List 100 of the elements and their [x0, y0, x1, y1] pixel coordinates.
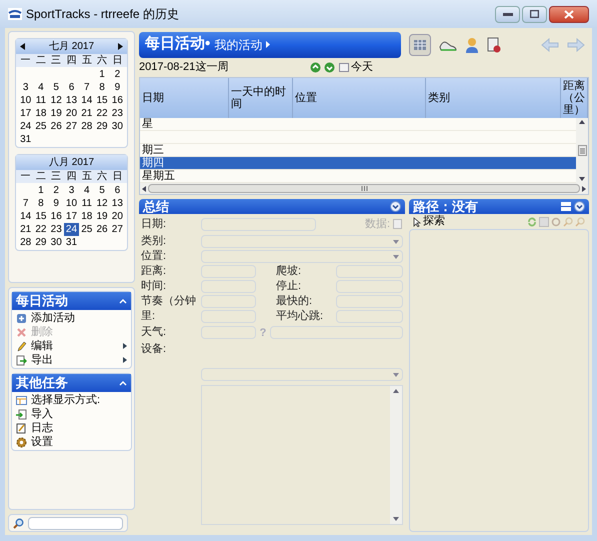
calendar-day[interactable]: 17	[64, 210, 80, 223]
pointer-icon[interactable]	[413, 216, 421, 226]
calendar-day[interactable]: 31	[18, 133, 34, 146]
calendar-day[interactable]: 21	[18, 223, 34, 236]
calendar-day[interactable]: 28	[79, 120, 94, 133]
view-subtitle[interactable]: 我的活动	[214, 36, 262, 54]
calendar-day[interactable]: 7	[18, 197, 34, 210]
calendar-day[interactable]: 31	[64, 236, 80, 249]
input-field[interactable]	[336, 294, 403, 308]
scroll-right-icon[interactable]	[582, 186, 586, 192]
input-field[interactable]	[201, 218, 316, 231]
calendar-day[interactable]: 30	[48, 236, 64, 249]
task-link[interactable]: 导出	[31, 352, 53, 368]
calendar-day[interactable]: 3	[64, 184, 80, 197]
calendar-day[interactable]: 3	[18, 81, 34, 94]
input-field[interactable]	[201, 264, 256, 278]
input-field[interactable]	[201, 294, 256, 308]
calendar-day[interactable]: 15	[33, 210, 49, 223]
input-field[interactable]	[336, 280, 403, 292]
horizontal-scrollbar[interactable]	[140, 183, 588, 194]
calendar-day[interactable]: 2	[48, 184, 64, 197]
calendar-day[interactable]: 26	[94, 223, 110, 236]
back-arrow-icon[interactable]	[541, 38, 559, 52]
next-icon[interactable]	[324, 62, 335, 73]
explore-tool[interactable]: 探索	[423, 213, 445, 230]
document-icon[interactable]	[487, 36, 501, 52]
calendar-day[interactable]: 20	[110, 210, 125, 223]
calendar-day[interactable]: 21	[79, 107, 94, 120]
scroll-down-icon[interactable]	[393, 517, 399, 521]
shoe-icon[interactable]	[439, 38, 457, 50]
task-link[interactable]: 编辑	[31, 338, 53, 354]
calendar-day[interactable]: 20	[64, 107, 80, 120]
calendar-day[interactable]: 2	[110, 68, 125, 81]
calendar-day[interactable]: 5	[94, 184, 110, 197]
minimize-button[interactable]	[495, 6, 520, 22]
calendar-day[interactable]: 18	[79, 210, 94, 223]
task-link[interactable]: 选择显示方式:	[31, 392, 100, 408]
calendar-day[interactable]: 27	[110, 223, 125, 236]
task-link[interactable]: 日志	[31, 420, 53, 436]
calendar-day[interactable]: 17	[18, 107, 34, 120]
calendar-day[interactable]: 24	[64, 223, 80, 236]
calendar-day[interactable]: 1	[33, 184, 49, 197]
calendar-day[interactable]: 25	[33, 120, 49, 133]
calendar-day[interactable]: 23	[110, 107, 125, 120]
table-row[interactable]: 期四	[140, 157, 576, 170]
zoom-in-icon[interactable]	[563, 216, 573, 226]
scroll-up-icon[interactable]	[393, 389, 399, 393]
task-link[interactable]: 添加活动	[31, 310, 75, 326]
task-link[interactable]: 导入	[31, 406, 53, 422]
table-row[interactable]: 期三	[140, 144, 576, 157]
scroll-up-icon[interactable]	[579, 120, 585, 124]
calendar-day[interactable]: 22	[33, 223, 49, 236]
refresh-icon[interactable]	[527, 216, 537, 226]
today-link[interactable]: 今天	[351, 59, 373, 76]
calendar-day[interactable]: 23	[48, 223, 64, 236]
calendar-day[interactable]: 26	[48, 120, 64, 133]
calendar-day[interactable]: 10	[18, 94, 34, 107]
calendar-day[interactable]: 25	[79, 223, 94, 236]
calendar-day[interactable]: 29	[33, 236, 49, 249]
calendar-day[interactable]: 16	[110, 94, 125, 107]
calendar-day[interactable]: 19	[94, 210, 110, 223]
input-field[interactable]	[201, 310, 256, 322]
search-field[interactable]	[28, 516, 123, 530]
calendar-day[interactable]: 18	[33, 107, 49, 120]
dropdown-field[interactable]	[201, 250, 403, 262]
calendar-day[interactable]: 8	[33, 197, 49, 210]
calendar-day[interactable]: 6	[110, 184, 125, 197]
dropdown-icon[interactable]	[574, 201, 585, 212]
calendar-day[interactable]: 22	[94, 107, 110, 120]
calendar-day[interactable]: 9	[48, 197, 64, 210]
calendar-day[interactable]: 15	[94, 94, 110, 107]
calendar-day[interactable]: 10	[64, 197, 80, 210]
scroll-down-icon[interactable]	[579, 177, 585, 181]
calendar-day[interactable]: 27	[64, 120, 80, 133]
calendar-day[interactable]: 29	[94, 120, 110, 133]
collapse-icon[interactable]	[119, 380, 127, 386]
dropdown-field[interactable]	[201, 368, 403, 381]
next-month-icon[interactable]	[118, 43, 123, 50]
calendar-day[interactable]: 28	[18, 236, 34, 249]
calendar-day[interactable]: 9	[110, 81, 125, 94]
calendar-day[interactable]: 14	[18, 210, 34, 223]
calendar-day[interactable]: 14	[79, 94, 94, 107]
scroll-left-icon[interactable]	[142, 186, 146, 192]
table-row[interactable]: 星期五	[140, 170, 576, 183]
input-field[interactable]	[270, 326, 403, 340]
input-field[interactable]	[201, 326, 256, 340]
maximize-button[interactable]	[522, 6, 547, 22]
close-button[interactable]	[549, 6, 589, 22]
calendar-day[interactable]: 13	[110, 197, 125, 210]
scroll-thumb[interactable]	[148, 184, 580, 193]
vertical-scrollbar[interactable]	[576, 118, 588, 183]
calendar-day[interactable]: 16	[48, 210, 64, 223]
task-link[interactable]: 设置	[31, 434, 53, 450]
dropdown-field[interactable]	[201, 234, 403, 248]
calendar-day[interactable]: 11	[79, 197, 94, 210]
calendar-day[interactable]: 1	[94, 68, 110, 81]
calendar-day[interactable]: 24	[18, 120, 34, 133]
table-row[interactable]: 星	[140, 118, 576, 131]
calendar-day[interactable]: 13	[64, 94, 80, 107]
input-field[interactable]	[336, 310, 403, 322]
